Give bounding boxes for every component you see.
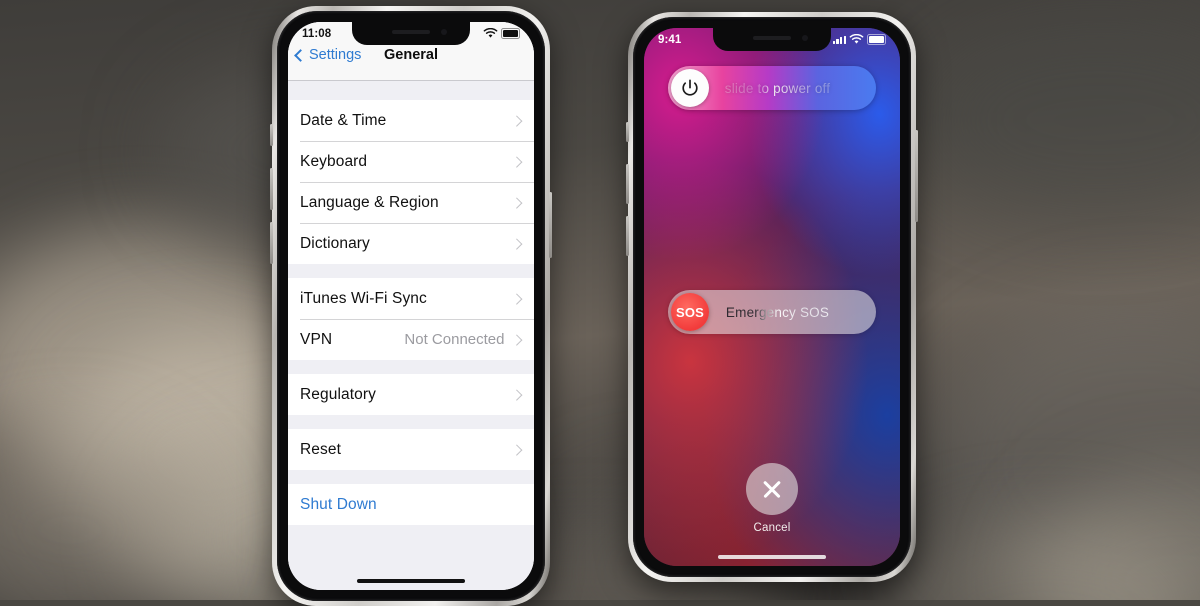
settings-group: Regulatory (288, 374, 534, 415)
chevron-right-icon (510, 389, 522, 400)
settings-row-label: Shut Down (300, 495, 377, 513)
left-phone-device: 11:08 Settings General Date & Time Keybo… (270, 6, 552, 606)
battery-icon (867, 34, 886, 45)
chevron-right-icon (510, 156, 522, 167)
settings-row[interactable]: Keyboard (288, 141, 534, 182)
close-icon (761, 478, 783, 500)
right-phone-side-button[interactable] (915, 130, 918, 222)
settings-row-label: Language & Region (300, 193, 439, 211)
wifi-icon (483, 28, 498, 38)
settings-row[interactable]: Regulatory (288, 374, 534, 415)
settings-row[interactable]: Reset (288, 429, 534, 470)
cancel-button[interactable] (746, 463, 798, 515)
left-phone-volume-down[interactable] (270, 222, 273, 264)
cloud-shape (920, 20, 1200, 220)
settings-row-label: Dictionary (300, 234, 370, 252)
home-indicator[interactable] (718, 555, 826, 559)
chevron-right-icon (510, 293, 522, 304)
settings-group: Date & Time Keyboard Language & Region Dict… (288, 100, 534, 264)
chevron-right-icon (510, 444, 522, 455)
left-phone-volume-up[interactable] (270, 168, 273, 210)
home-indicator[interactable] (357, 579, 465, 583)
left-phone-side-button[interactable] (549, 192, 552, 258)
left-phone-bezel: 11:08 Settings General Date & Time Keybo… (277, 11, 545, 601)
emergency-sos-slider[interactable]: SOS Emergency SOS (668, 290, 876, 334)
settings-row-label: Keyboard (300, 152, 368, 170)
status-bar-time: 9:41 (658, 33, 682, 46)
left-phone-screen: 11:08 Settings General Date & Time Keybo… (288, 22, 534, 590)
right-phone-device: 9:41 slide to power off SOS Emergency SO… (626, 12, 918, 582)
chevron-right-icon (510, 197, 522, 208)
status-bar-time: 11:08 (302, 27, 332, 40)
power-slider-knob[interactable] (671, 69, 709, 107)
right-phone-mute-switch[interactable] (626, 122, 629, 142)
settings-row-label: Regulatory (300, 385, 376, 403)
battery-icon (501, 28, 520, 39)
settings-group: Reset (288, 429, 534, 470)
settings-list[interactable]: Date & Time Keyboard Language & Region Dict… (288, 81, 534, 590)
slide-to-power-off-label: slide to power off (709, 81, 846, 96)
settings-row[interactable]: iTunes Wi-Fi Sync (288, 278, 534, 319)
chevron-right-icon (510, 238, 522, 249)
right-phone-volume-down[interactable] (626, 216, 629, 256)
background-sky (0, 0, 1200, 600)
settings-row[interactable]: Dictionary (288, 223, 534, 264)
page-title: General (384, 47, 438, 63)
settings-row[interactable]: Date & Time (288, 100, 534, 141)
chevron-right-icon (510, 115, 522, 126)
power-off-screen: 9:41 slide to power off SOS Emergency SO… (644, 28, 900, 566)
list-section-gap (288, 415, 534, 429)
right-status-bar: 9:41 (644, 28, 900, 51)
slide-to-power-off-slider[interactable]: slide to power off (668, 66, 876, 110)
settings-group: Shut Down (288, 484, 534, 525)
cancel-label: Cancel (753, 522, 791, 534)
list-section-gap (288, 470, 534, 484)
settings-row[interactable]: Language & Region (288, 182, 534, 223)
list-section-gap (288, 360, 534, 374)
settings-row-label: Date & Time (300, 111, 387, 129)
settings-group: iTunes Wi-Fi Sync VPN Not Connected (288, 278, 534, 360)
settings-row[interactable]: Shut Down (288, 484, 534, 525)
cellular-signal-icon (832, 35, 846, 44)
emergency-sos-label: Emergency SOS (709, 305, 846, 320)
left-phone-mute-switch[interactable] (270, 124, 273, 146)
settings-row-label: iTunes Wi-Fi Sync (300, 289, 427, 307)
list-section-gap (288, 81, 534, 100)
sos-knob-label: SOS (675, 304, 705, 320)
wifi-icon (849, 34, 864, 44)
settings-row[interactable]: VPN Not Connected (288, 319, 534, 360)
settings-app: 11:08 Settings General Date & Time Keybo… (288, 22, 534, 590)
right-phone-volume-up[interactable] (626, 164, 629, 204)
settings-row-value: Not Connected (404, 331, 505, 348)
settings-row-label: VPN (300, 330, 333, 348)
settings-row-label: Reset (300, 440, 341, 458)
power-icon (682, 79, 698, 96)
right-phone-bezel: 9:41 slide to power off SOS Emergency SO… (633, 17, 911, 577)
chevron-right-icon (510, 334, 522, 345)
left-status-bar: 11:08 (288, 22, 534, 45)
right-phone-screen: 9:41 slide to power off SOS Emergency SO… (644, 28, 900, 566)
sos-slider-knob[interactable]: SOS (671, 293, 709, 331)
cancel-control[interactable]: Cancel (644, 463, 900, 534)
list-section-gap (288, 264, 534, 278)
